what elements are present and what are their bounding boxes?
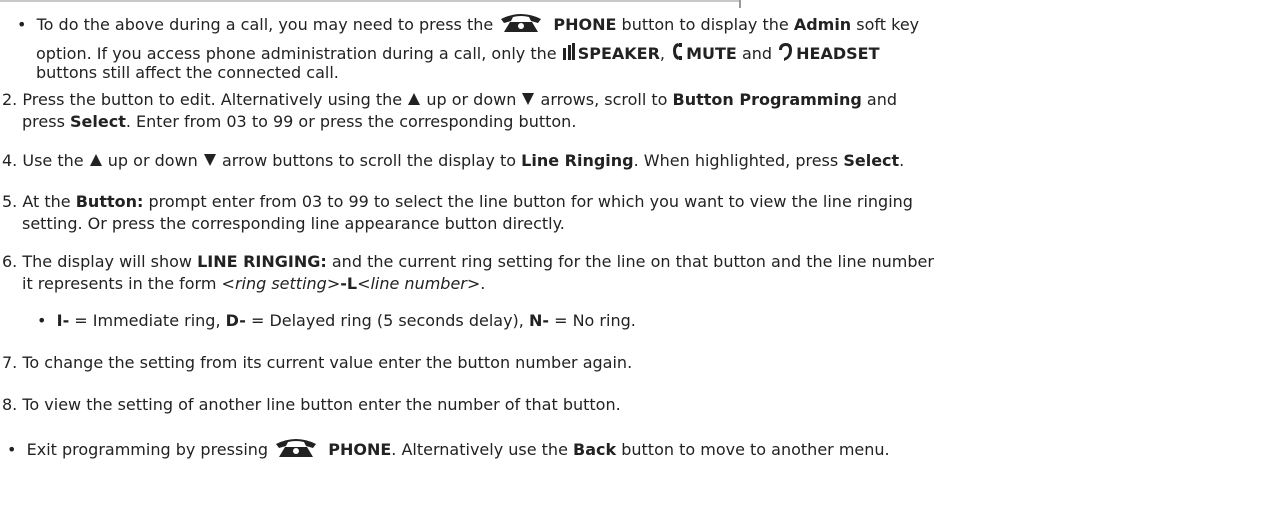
text: it represents in the form: [22, 274, 217, 293]
step-5-line-1: 5. At the Button: prompt enter from 03 t…: [2, 192, 913, 212]
step-4-line-1: 4. Use the up or down arrow buttons to s…: [2, 151, 904, 171]
step-5-line-2: setting. Or press the corresponding line…: [22, 214, 565, 234]
up-arrow-icon: [89, 154, 102, 166]
text: up or down: [426, 90, 517, 109]
text: To change the setting from its current v…: [22, 353, 633, 372]
line-ringing-display-label: LINE RINGING:: [197, 252, 327, 271]
bullet-c-line: • Exit programming by pressing PHONE. Al…: [7, 436, 890, 460]
button-prompt-label: Button:: [75, 192, 144, 211]
phone-icon: [501, 14, 542, 32]
step-number: 4.: [2, 151, 18, 170]
bullet-a-line-1: • To do the above during a call, you may…: [17, 11, 919, 35]
button-programming-label: Button Programming: [672, 90, 862, 109]
text: and the current ring setting for the lin…: [331, 252, 934, 271]
delayed-code: D-: [225, 311, 246, 330]
step-number: 5.: [2, 192, 18, 211]
text: Use the: [22, 151, 84, 170]
text: = No ring.: [554, 311, 636, 330]
phone-icon: [276, 439, 317, 457]
text: arrow buttons to scroll the display to: [221, 151, 517, 170]
text: up or down: [107, 151, 198, 170]
bullet-b-line: • I- = Immediate ring, D- = Delayed ring…: [37, 311, 636, 331]
no-ring-code: N-: [528, 311, 549, 330]
ring-setting-placeholder: <ring setting>: [221, 274, 341, 293]
text: To do the above during a call, you may n…: [36, 15, 494, 34]
text: The display will show: [22, 252, 192, 271]
headset-icon: [779, 43, 793, 61]
headset-label: HEADSET: [796, 44, 880, 63]
text: . Enter from 03 to 99 or press the corre…: [125, 112, 577, 131]
column-tick: [739, 0, 741, 8]
up-arrow-icon: [408, 93, 421, 105]
step-number: 2.: [2, 90, 18, 109]
bullet-dot: •: [7, 440, 17, 459]
step-2-line-1: 2. Press the button to edit. Alternative…: [2, 90, 897, 110]
top-divider: [0, 0, 1272, 8]
text: button to display the: [621, 15, 789, 34]
step-7-line: 7. To change the setting from its curren…: [2, 353, 632, 373]
text: ,: [659, 44, 665, 63]
top-rule: [0, 0, 740, 2]
text: At the: [22, 192, 71, 211]
step-6-line-2: it represents in the form <ring setting>…: [22, 274, 485, 294]
line-ringing-label: Line Ringing: [521, 151, 634, 170]
speaker-label: SPEAKER: [577, 44, 660, 63]
text: and: [741, 44, 773, 63]
text: Exit programming by pressing: [26, 440, 269, 459]
down-arrow-icon: [522, 93, 535, 105]
immediate-code: I-: [56, 311, 70, 330]
down-arrow-icon: [203, 154, 216, 166]
text: and: [866, 90, 897, 109]
text: . When highlighted, press: [633, 151, 839, 170]
select-label: Select: [70, 112, 126, 131]
step-number: 6.: [2, 252, 18, 271]
text: setting. Or press the corresponding line…: [22, 214, 565, 233]
text: .: [480, 274, 486, 293]
text: = Delayed ring (5 seconds delay),: [250, 311, 524, 330]
text: .: [899, 151, 905, 170]
text: To view the setting of another line butt…: [22, 395, 621, 414]
step-number: 7.: [2, 353, 18, 372]
step-8-line: 8. To view the setting of another line b…: [2, 395, 621, 415]
text: arrows, scroll to: [540, 90, 668, 109]
bullet-a-line-3: buttons still affect the connected call.: [36, 63, 339, 83]
text: button to move to another menu.: [621, 440, 890, 459]
text: = Immediate ring,: [74, 311, 221, 330]
line-number-placeholder: <line number>: [357, 274, 481, 293]
text: . Alternatively use the: [391, 440, 568, 459]
bullet-dot: •: [17, 15, 27, 34]
bullet-a-line-2: option. If you access phone administrati…: [36, 42, 880, 64]
text: option. If you access phone administrati…: [36, 44, 557, 63]
step-6-line-1: 6. The display will show LINE RINGING: a…: [2, 252, 934, 272]
text: press: [22, 112, 65, 131]
select-label: Select: [843, 151, 900, 170]
bullet-dot: •: [37, 311, 47, 330]
step-number: 8.: [2, 395, 18, 414]
text: soft key: [856, 15, 920, 34]
line-prefix: -L: [340, 274, 358, 293]
step-2-line-2: press Select. Enter from 03 to 99 or pre…: [22, 112, 576, 132]
text: prompt enter from 03 to 99 to select the…: [148, 192, 913, 211]
phone-label: PHONE: [553, 15, 617, 34]
back-label: Back: [573, 440, 617, 459]
speaker-icon: [562, 43, 575, 60]
text: Press the button to edit. Alternatively …: [22, 90, 403, 109]
mute-label: MUTE: [686, 44, 737, 63]
admin-label: Admin: [793, 15, 852, 34]
mute-icon: [673, 43, 683, 60]
phone-label: PHONE: [328, 440, 392, 459]
text: buttons still affect the connected call.: [36, 63, 339, 82]
